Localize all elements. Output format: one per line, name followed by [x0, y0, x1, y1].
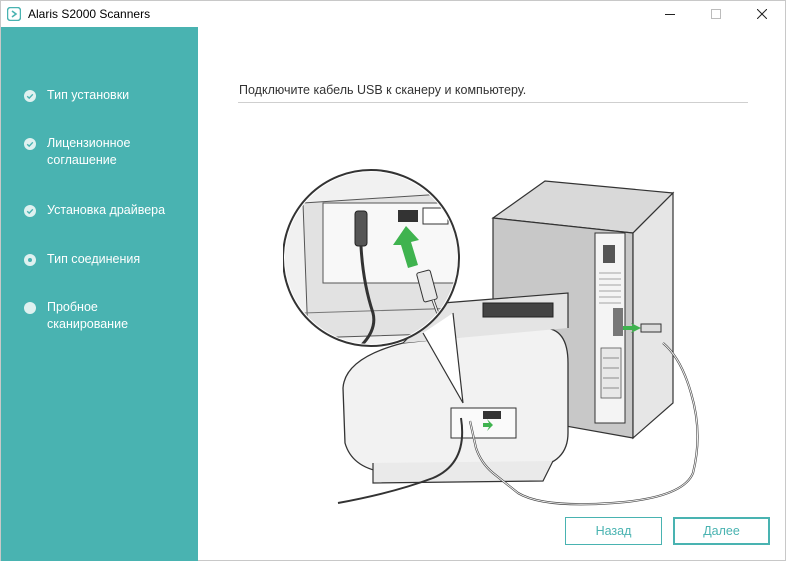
steps-sidebar: Тип установки Лицензионное соглашение Ус… — [1, 27, 198, 561]
window-title: Alaris S2000 Scanners — [28, 7, 151, 21]
usb-connection-illustration — [283, 169, 699, 506]
step-install-type: Тип установки — [24, 87, 177, 104]
pending-step-dot-icon — [24, 302, 36, 314]
step-test-scan: Пробное сканирование — [24, 299, 177, 333]
title-bar: Alaris S2000 Scanners — [1, 1, 785, 27]
close-icon — [757, 9, 767, 19]
step-connection-type: Тип соединения — [24, 251, 177, 268]
step-label: Тип соединения — [47, 252, 141, 266]
check-icon — [24, 90, 36, 102]
instruction-text: Подключите кабель USB к сканеру и компью… — [239, 83, 527, 97]
maximize-icon — [711, 9, 721, 19]
close-button[interactable] — [739, 1, 785, 27]
main-panel: Подключите кабель USB к сканеру и компью… — [198, 27, 786, 561]
minimize-button[interactable] — [647, 1, 693, 27]
step-license-agreement: Лицензионное соглашение — [24, 135, 177, 169]
maximize-button[interactable] — [693, 1, 739, 27]
check-icon — [24, 205, 36, 217]
divider — [238, 102, 748, 103]
step-label: Установка драйвера — [47, 203, 166, 217]
minimize-icon — [665, 14, 675, 15]
back-button[interactable]: Назад — [565, 517, 662, 545]
step-label: Тип установки — [47, 88, 130, 102]
check-icon — [24, 138, 36, 150]
next-button[interactable]: Далее — [673, 517, 770, 545]
step-driver-install: Установка драйвера — [24, 202, 177, 219]
step-label: Пробное сканирование — [47, 300, 129, 331]
step-label: Лицензионное соглашение — [47, 136, 131, 167]
current-step-dot-icon — [24, 254, 36, 266]
app-icon — [7, 7, 21, 21]
installer-window: Alaris S2000 Scanners Тип установки Лице… — [0, 0, 786, 561]
